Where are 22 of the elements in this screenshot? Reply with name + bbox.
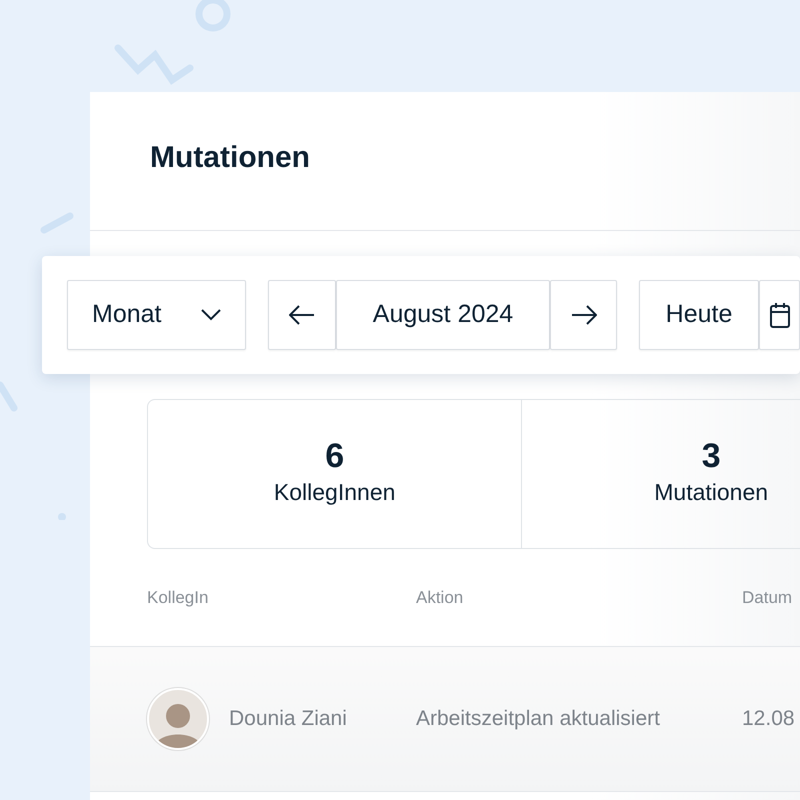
previous-month-button[interactable] [268,280,336,350]
today-button[interactable]: Heute [639,280,759,350]
page-title: Mutationen [149,140,311,176]
month-label-button[interactable]: August 2024 [336,280,550,350]
person-name: Dounia Ziani [229,706,347,732]
calendar-icon [770,302,790,328]
stat-label: KollegInnen [274,478,396,508]
chevron-down-icon [201,309,221,321]
next-month-button[interactable] [550,280,617,350]
column-header: KollegIn [147,586,210,609]
calendar-button[interactable] [759,280,800,350]
action-cell-text: Arbeitszeitplan aktualisiert [416,706,661,732]
stat-label: Mutationen [654,478,768,508]
date-cell-text: 12.08 [742,706,796,732]
stat-value: 3 [702,438,721,476]
period-dropdown[interactable]: Monat [67,280,246,350]
avatar-silhouette-icon [147,688,209,750]
stat-value: 6 [325,438,344,476]
arrow-right-icon [570,305,596,325]
column-header: Aktion [416,586,464,609]
arrow-left-icon [289,305,315,325]
column-header: Datum [742,586,794,609]
